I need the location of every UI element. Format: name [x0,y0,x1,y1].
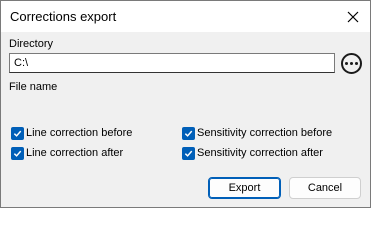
close-button[interactable] [336,1,370,32]
directory-label: Directory [9,38,54,50]
directory-input[interactable]: C:\ [9,53,335,73]
checkbox-sensitivity-before[interactable]: Sensitivity correction before [182,126,332,140]
checkbox-line-before-label: Line correction before [26,127,133,139]
dialog-body: Directory C:\ File name Line correction … [1,32,370,207]
title-bar: Corrections export [1,1,370,32]
browse-button[interactable] [341,53,362,74]
filename-label: File name [9,81,58,93]
checkbox-line-after-label: Line correction after [26,147,124,159]
dialog-window: Corrections export Directory C:\ File na… [0,0,371,208]
close-icon [347,11,359,22]
checkbox-line-before[interactable]: Line correction before [11,126,132,140]
checkmark-icon[interactable] [11,146,24,160]
checkbox-sensitivity-after[interactable]: Sensitivity correction after [182,146,323,160]
checkmark-icon[interactable] [11,126,24,140]
checkmark-icon[interactable] [182,146,195,160]
more-icon [345,62,348,65]
checkbox-sensitivity-before-label: Sensitivity correction before [197,127,333,139]
cancel-button[interactable]: Cancel [289,177,361,199]
checkmark-icon[interactable] [182,126,195,140]
checkbox-line-after[interactable]: Line correction after [11,146,123,160]
export-button[interactable]: Export [208,177,281,199]
window-title: Corrections export [10,9,117,24]
checkbox-sensitivity-after-label: Sensitivity correction after [197,147,323,159]
